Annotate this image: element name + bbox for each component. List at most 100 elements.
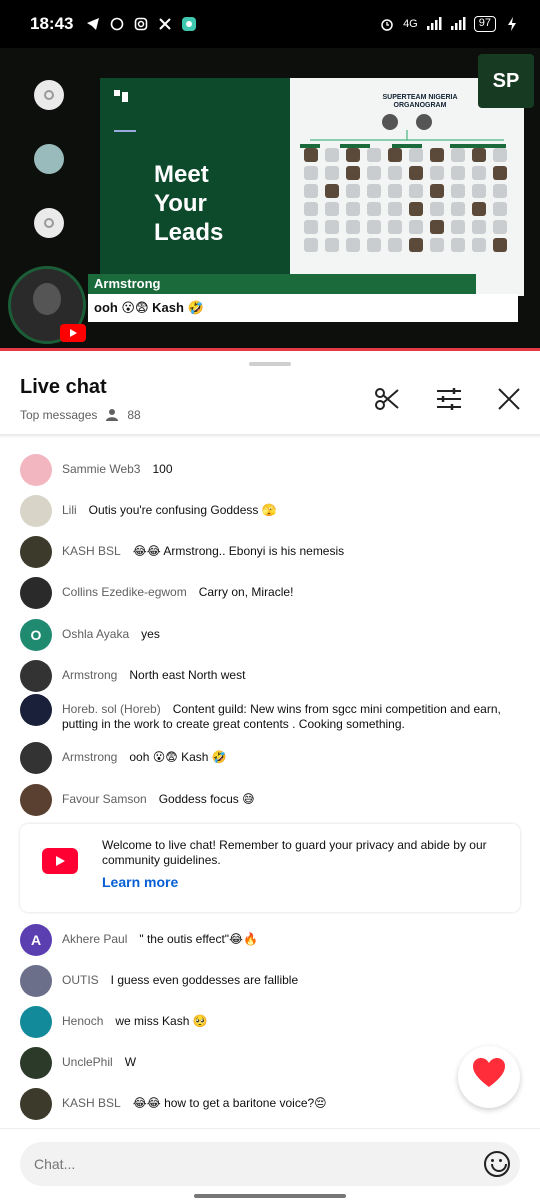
- message-author: Horeb. sol (Horeb): [62, 702, 161, 716]
- person-icon: [105, 408, 119, 422]
- organogram-panel: SUPERTEAM NIGERIA ORGANOGRAM: [290, 78, 524, 296]
- avatar: [20, 742, 52, 774]
- message-author: OUTIS: [62, 973, 99, 987]
- avatar: [20, 495, 52, 527]
- message-text: yes: [141, 627, 160, 641]
- message-author: Armstrong: [62, 668, 118, 682]
- avatar: [20, 454, 52, 486]
- youtube-icon: [60, 324, 86, 342]
- chat-message-list[interactable]: Sammie Web3 100 Lili Outis you're confusin…: [0, 438, 540, 1126]
- chat-input[interactable]: [20, 1142, 520, 1186]
- message-text: 😂😂 Armstrong.. Ebonyi is his nemesis: [132, 544, 345, 558]
- message-text: ooh 😮😨 Kash 🤣: [129, 750, 227, 764]
- emoji-icon[interactable]: [484, 1151, 510, 1177]
- chat-message[interactable]: A Akhere Paul " the outis effect"😂🔥: [20, 924, 510, 956]
- viewer-count: 88: [127, 408, 141, 422]
- chat-app-icon: [181, 16, 197, 32]
- message-text: Carry on, Miracle!: [198, 585, 294, 599]
- status-bar: 18:43 4G 97: [0, 0, 540, 48]
- signal-icon: [426, 16, 442, 32]
- message-author: Lili: [62, 503, 77, 517]
- telegram-icon: [85, 16, 101, 32]
- sliders-icon: [436, 387, 462, 416]
- welcome-banner: Welcome to live chat! Remember to guard …: [20, 824, 520, 912]
- message-author: Collins Ezedike-egwom: [62, 585, 187, 599]
- home-indicator[interactable]: [194, 1194, 346, 1198]
- brand-badge: SP: [478, 54, 534, 108]
- slide-divider: [114, 130, 136, 132]
- chat-message[interactable]: Henoch we miss Kash 🥺: [20, 1006, 510, 1038]
- chat-message[interactable]: O Oshla Ayaka yes: [20, 619, 510, 651]
- system-icons: 4G 97: [379, 16, 520, 32]
- participant-avatar: [34, 208, 64, 238]
- message-author: UnclePhil: [62, 1055, 113, 1069]
- chat-filter[interactable]: Top messages 88: [20, 408, 141, 422]
- network-type: 4G: [403, 18, 418, 30]
- chat-message[interactable]: OUTIS I guess even goddesses are fallible: [20, 965, 510, 997]
- chat-message[interactable]: Sammie Web3 100: [20, 454, 510, 486]
- chat-message[interactable]: Lili Outis you're confusing Goddess 🫣: [20, 495, 510, 527]
- message-author: Oshla Ayaka: [62, 627, 130, 641]
- status-time: 18:43: [30, 14, 74, 33]
- live-chat-panel: Live chat Top messages 88 Sammie Web3 100…: [0, 352, 540, 1200]
- chat-title: Live chat: [20, 376, 107, 398]
- avatar: A: [20, 924, 52, 956]
- participant-avatar: [34, 80, 64, 110]
- chat-input-bar: [0, 1128, 540, 1200]
- chat-message[interactable]: KASH BSL 😂😂 how to get a baritone voice?😔: [20, 1088, 510, 1120]
- chat-mode-label[interactable]: Top messages: [20, 408, 97, 422]
- chat-message[interactable]: KASH BSL 😂😂 Armstrong.. Ebonyi is his nem…: [20, 536, 510, 568]
- message-author: Armstrong: [62, 750, 118, 764]
- drag-handle[interactable]: [249, 362, 291, 366]
- message-author: KASH BSL: [62, 1096, 121, 1110]
- organogram-title: SUPERTEAM NIGERIA ORGANOGRAM: [382, 94, 458, 109]
- message-text: 100: [152, 462, 173, 476]
- progress-bar[interactable]: [0, 348, 540, 351]
- heart-reaction-button[interactable]: [458, 1046, 520, 1108]
- overlay-author: Armstrong: [88, 274, 476, 294]
- message-text: North east North west: [129, 668, 246, 682]
- overlay-message: ooh 😮😨 Kash 🤣: [88, 294, 518, 322]
- x-icon: [157, 16, 173, 32]
- chat-message[interactable]: Favour Samson Goddess focus 😅: [20, 784, 510, 816]
- settings-button[interactable]: [434, 386, 464, 416]
- slide-logo-icon: [114, 90, 132, 106]
- avatar: [20, 784, 52, 816]
- chat-message[interactable]: Collins Ezedike-egwom Carry on, Miracle!: [20, 577, 510, 609]
- chat-message[interactable]: UnclePhil W: [20, 1047, 510, 1079]
- message-text: " the outis effect"😂🔥: [139, 932, 259, 946]
- message-author: Henoch: [62, 1014, 104, 1028]
- avatar: [20, 536, 52, 568]
- organogram-grid: [304, 148, 514, 252]
- slide-panel: Meet Your Leads: [100, 78, 290, 298]
- welcome-text: Welcome to live chat! Remember to guard …: [102, 838, 487, 867]
- heart-icon: [472, 1058, 506, 1096]
- avatar: [20, 1088, 52, 1120]
- alarm-icon: [379, 16, 395, 32]
- message-text: 😂😂 how to get a baritone voice?😔: [132, 1096, 327, 1110]
- avatar: [20, 965, 52, 997]
- video-player[interactable]: Meet Your Leads SUPERTEAM NIGERIA ORGANO…: [0, 48, 540, 350]
- slide-title: Meet Your Leads: [154, 161, 224, 246]
- chat-message[interactable]: Horeb. sol (Horeb) Content guild: New win…: [20, 694, 510, 732]
- notification-icons: [85, 16, 197, 32]
- avatar: [20, 1006, 52, 1038]
- message-author: Favour Samson: [62, 792, 147, 806]
- avatar: O: [20, 619, 52, 651]
- message-author: KASH BSL: [62, 544, 121, 558]
- scissors-icon: [374, 386, 400, 417]
- chat-message[interactable]: Armstrong North east North west: [20, 660, 510, 692]
- message-author: Akhere Paul: [62, 932, 128, 946]
- avatar: [20, 577, 52, 609]
- close-icon: [497, 387, 521, 416]
- avatar: [20, 1047, 52, 1079]
- chat-message[interactable]: Armstrong ooh 😮😨 Kash 🤣: [20, 742, 510, 774]
- close-button[interactable]: [494, 386, 524, 416]
- participant-strip: [18, 68, 80, 268]
- learn-more-link[interactable]: Learn more: [102, 874, 178, 890]
- message-text: we miss Kash 🥺: [115, 1014, 208, 1028]
- clip-button[interactable]: [372, 386, 402, 416]
- avatar: [20, 694, 52, 726]
- whatsapp-icon: [109, 16, 125, 32]
- avatar: [20, 660, 52, 692]
